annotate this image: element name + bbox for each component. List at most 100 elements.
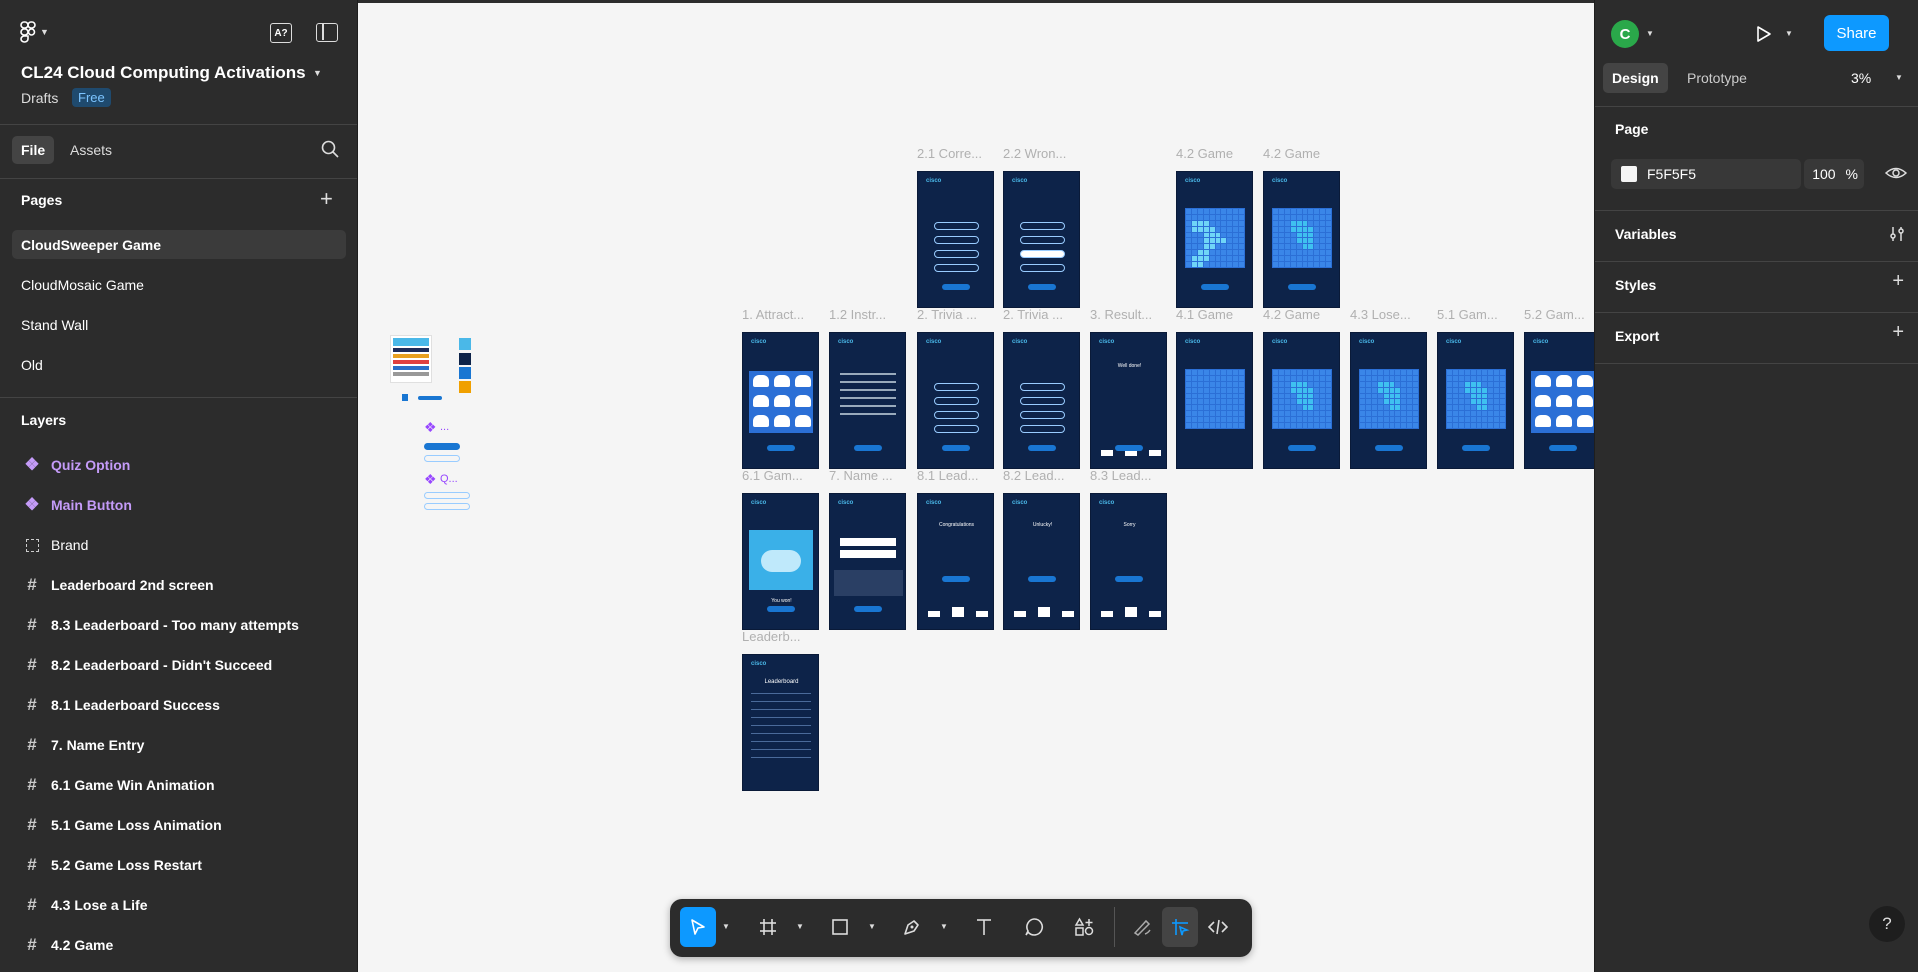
move-tool-chevron-icon[interactable]: ▼ [722, 922, 730, 931]
tab-file[interactable]: File [12, 136, 55, 164]
frame-label[interactable]: 2. Trivia ... [917, 307, 977, 322]
pen-tool-button[interactable] [894, 907, 930, 947]
help-button[interactable]: ? [1869, 906, 1905, 942]
tab-assets[interactable]: Assets [61, 136, 121, 164]
frame-label[interactable]: 1. Attract... [742, 307, 804, 322]
artboard-frame[interactable]: cisco [742, 332, 819, 469]
layer-7[interactable]: #7. Name Entry [0, 725, 357, 765]
artboard-frame[interactable]: cisco [917, 171, 994, 308]
layer-leaderboard-2nd[interactable]: # Leaderboard 2nd screen [0, 565, 357, 605]
variables-sliders-icon[interactable] [1888, 225, 1906, 248]
artboard-frame[interactable]: cisco Well done! [1090, 332, 1167, 469]
artboard-frame[interactable]: cisco You won! [742, 493, 819, 630]
artboard-frame[interactable]: cisco Leaderboard [742, 654, 819, 791]
tab-prototype[interactable]: Prototype [1687, 70, 1747, 86]
project-location[interactable]: Drafts [21, 90, 58, 106]
present-button[interactable] [1751, 21, 1777, 47]
artboard-frame[interactable]: cisco [1176, 171, 1253, 308]
frame-label[interactable]: 8.2 Lead... [1003, 468, 1064, 483]
artboard-frame[interactable]: cisco Sorry [1090, 493, 1167, 630]
zoom-chevron-icon[interactable]: ▼ [1895, 73, 1903, 82]
frame-tool-button[interactable] [750, 907, 786, 947]
design-mode-button[interactable] [1162, 907, 1198, 947]
canvas[interactable]: ❖ ... ❖ Q... 2.1 Corre... cisco 2.2 Wron..… [358, 0, 1594, 972]
project-menu-chevron-icon[interactable]: ▼ [313, 68, 322, 78]
visibility-eye-icon[interactable] [1884, 164, 1908, 187]
frame-label[interactable]: 5.1 Gam... [1437, 307, 1498, 322]
frame-label[interactable]: 3. Result... [1090, 307, 1152, 322]
variables-heading[interactable]: Variables [1615, 226, 1677, 242]
shape-tool-button[interactable] [822, 907, 858, 947]
frame-label[interactable]: 8.1 Lead... [917, 468, 978, 483]
plan-badge[interactable]: Free [72, 88, 111, 107]
export-heading[interactable]: Export [1615, 328, 1659, 344]
frame-label[interactable]: 5.2 Gam... [1524, 307, 1585, 322]
styles-heading[interactable]: Styles [1615, 277, 1656, 293]
frame-label[interactable]: 2.2 Wron... [1003, 146, 1066, 161]
artboard-frame[interactable]: cisco [829, 332, 906, 469]
layer-8-1[interactable]: #8.1 Leaderboard Success [0, 685, 357, 725]
frame-label[interactable]: Leaderb... [742, 629, 801, 644]
frame-label[interactable]: 7. Name ... [829, 468, 893, 483]
color-swatch-orange[interactable] [459, 381, 471, 393]
page-item-stand-wall[interactable]: Stand Wall [12, 310, 346, 339]
frame-label[interactable]: 4.2 Game [1263, 307, 1320, 322]
color-swatch[interactable] [1621, 166, 1637, 182]
add-export-plus-icon[interactable]: + [1892, 321, 1904, 344]
artboard-frame[interactable]: cisco [1350, 332, 1427, 469]
page-item-cloudmosaic[interactable]: CloudMosaic Game [12, 270, 346, 299]
quiz-option-component[interactable] [424, 492, 470, 499]
frame-label[interactable]: 2.1 Corre... [917, 146, 982, 161]
add-style-plus-icon[interactable]: + [1892, 270, 1904, 293]
opacity-field[interactable]: 100 % [1804, 159, 1864, 189]
layer-4-2[interactable]: #4.2 Game [0, 925, 357, 965]
frame-tool-chevron-icon[interactable]: ▼ [796, 922, 804, 931]
brand-section-thumb[interactable] [390, 335, 432, 383]
actions-tool-button[interactable] [1066, 907, 1102, 947]
artboard-frame[interactable]: cisco [1263, 171, 1340, 308]
artboard-frame[interactable]: cisco Unlucky! [1003, 493, 1080, 630]
color-swatch-blue[interactable] [459, 367, 471, 379]
add-page-plus-icon[interactable]: + [320, 186, 333, 212]
avatar[interactable]: C [1611, 20, 1639, 48]
avatar-chevron-icon[interactable]: ▼ [1646, 29, 1654, 38]
zoom-level[interactable]: 3% [1851, 70, 1871, 86]
frame-label[interactable]: 6.1 Gam... [742, 468, 803, 483]
artboard-frame[interactable]: cisco Congratulations [917, 493, 994, 630]
main-button-component[interactable] [424, 443, 460, 450]
tab-design[interactable]: Design [1603, 63, 1668, 93]
artboard-frame[interactable]: cisco [917, 332, 994, 469]
artboard-frame[interactable]: cisco [1524, 332, 1594, 469]
artboard-frame[interactable]: cisco [1263, 332, 1340, 469]
opacity-value[interactable]: 100 [1812, 166, 1835, 182]
page-bg-color-field[interactable]: F5F5F5 [1611, 159, 1801, 189]
artboard-frame[interactable]: cisco [1003, 171, 1080, 308]
ai-actions-button[interactable]: A? [270, 23, 292, 43]
page-item-old[interactable]: Old [12, 350, 346, 379]
component-label[interactable]: Q... [440, 473, 458, 485]
layer-4-3[interactable]: #4.3 Lose a Life [0, 885, 357, 925]
share-button[interactable]: Share [1824, 15, 1889, 51]
frame-label[interactable]: 4.2 Game [1263, 146, 1320, 161]
layer-8-2[interactable]: #8.2 Leaderboard - Didn't Succeed [0, 645, 357, 685]
artboard-frame[interactable]: cisco [1176, 332, 1253, 469]
page-item-cloudsweeper[interactable]: CloudSweeper Game [12, 230, 346, 259]
layer-5-2[interactable]: #5.2 Game Loss Restart [0, 845, 357, 885]
button-variant[interactable] [424, 455, 460, 462]
move-tool-button[interactable] [680, 907, 716, 947]
present-chevron-icon[interactable]: ▼ [1785, 29, 1793, 38]
layer-5-1[interactable]: #5.1 Game Loss Animation [0, 805, 357, 845]
dev-mode-button[interactable] [1200, 907, 1236, 947]
search-icon[interactable] [320, 139, 340, 159]
layer-6-1[interactable]: #6.1 Game Win Animation [0, 765, 357, 805]
comment-tool-button[interactable] [1016, 907, 1052, 947]
color-hex-value[interactable]: F5F5F5 [1647, 166, 1696, 182]
text-tool-button[interactable] [966, 907, 1002, 947]
draw-mode-button[interactable] [1124, 907, 1160, 947]
pen-tool-chevron-icon[interactable]: ▼ [940, 922, 948, 931]
frame-label[interactable]: 4.2 Game [1176, 146, 1233, 161]
frame-label[interactable]: 4.3 Lose... [1350, 307, 1411, 322]
frame-label[interactable]: 1.2 Instr... [829, 307, 886, 322]
artboard-frame[interactable]: cisco [1437, 332, 1514, 469]
artboard-frame[interactable]: cisco [829, 493, 906, 630]
